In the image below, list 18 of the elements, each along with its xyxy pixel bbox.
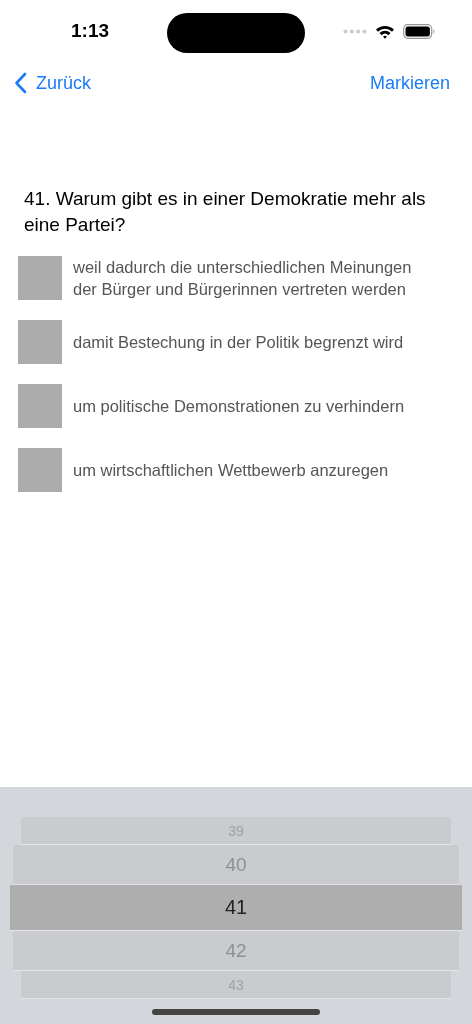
back-button[interactable]: Zurück [14,72,91,94]
answer-checkbox[interactable] [18,320,62,364]
answer-checkbox[interactable] [18,448,62,492]
picker-row[interactable]: 40 [13,845,459,885]
question-text: 41. Warum gibt es in einer Demokratie mehr als eine Partei? [24,187,427,237]
answer-text: um politische Demonstrationen zu verhindern [73,396,405,417]
picker-row[interactable]: 41 [10,885,462,931]
answer-checkbox[interactable] [18,384,62,428]
answer-text: um wirtschaftlichen Wettbewerb anzuregen [73,460,389,481]
answer-text: weil dadurch die unterschiedlichen Meinungen der Bürger und Bürgerinnen vertreten werden [73,257,413,300]
signal-icon [343,28,367,34]
mark-button[interactable]: Markieren [369,72,450,94]
picker-row[interactable]: 42 [13,931,459,971]
answer-checkbox[interactable] [18,256,62,300]
status-time: 1:13 [71,20,110,42]
answer-text: damit Bestechung in der Politik begrenzt wird [73,332,404,353]
chevron-left-icon [14,72,27,94]
wifi-icon [375,23,395,39]
